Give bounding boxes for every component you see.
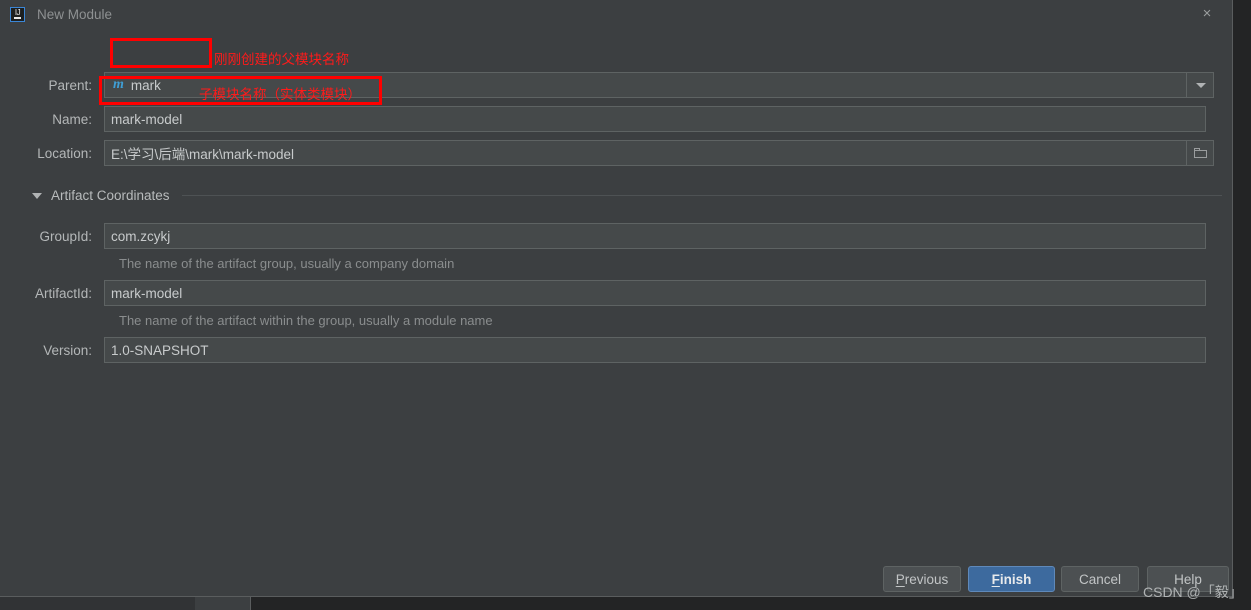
artifactid-row: ArtifactId: mark-model: [0, 280, 1233, 306]
parent-row: Parent: m mark: [0, 72, 1233, 98]
version-input[interactable]: 1.0-SNAPSHOT: [104, 337, 1206, 363]
groupid-input[interactable]: com.zcykj: [104, 223, 1206, 249]
name-label: Name:: [52, 111, 92, 127]
dialog-title: New Module: [37, 6, 113, 22]
parent-value: mark: [130, 77, 161, 93]
section-divider: [181, 195, 1222, 196]
location-row: Location: E:\学习\后端\mark\mark-model: [0, 140, 1233, 166]
groupid-value: com.zcykj: [111, 228, 171, 244]
location-input[interactable]: E:\学习\后端\mark\mark-model: [104, 140, 1214, 166]
parent-label: Parent:: [48, 77, 92, 93]
finish-label-rest: inish: [999, 571, 1032, 587]
triangle-down-icon[interactable]: [32, 192, 42, 199]
close-icon[interactable]: ×: [1198, 5, 1216, 23]
cancel-button[interactable]: Cancel: [1061, 566, 1139, 592]
dialog-titlebar: IJ New Module ×: [0, 0, 1232, 28]
version-label: Version:: [43, 342, 92, 358]
artifactid-input[interactable]: mark-model: [104, 280, 1206, 306]
chevron-down-icon[interactable]: [1186, 72, 1214, 98]
groupid-row: GroupId: com.zcykj: [0, 223, 1233, 249]
previous-mnemonic: P: [895, 571, 905, 587]
version-value: 1.0-SNAPSHOT: [111, 342, 209, 358]
csdn-watermark: CSDN @「毅」: [1143, 584, 1243, 600]
intellij-idea-icon: IJ: [10, 6, 25, 22]
parent-select[interactable]: m mark: [104, 72, 1214, 98]
artifactid-hint: The name of the artifact within the grou…: [119, 313, 493, 328]
backdrop-left-edge: [0, 597, 195, 610]
artifact-coordinates-header[interactable]: Artifact Coordinates: [32, 188, 1222, 203]
groupid-label: GroupId:: [39, 228, 92, 244]
artifactid-value: mark-model: [111, 285, 183, 301]
new-module-dialog: IJ New Module × Parent: m mark Name: mar…: [0, 0, 1233, 597]
location-label: Location:: [37, 145, 92, 161]
name-input[interactable]: mark-model: [104, 106, 1206, 132]
name-value: mark-model: [111, 111, 183, 127]
parent-combo-wrap: m mark: [104, 72, 1214, 98]
maven-module-icon: m: [113, 77, 124, 92]
previous-button[interactable]: Previous: [883, 566, 961, 592]
location-value: E:\学习\后端\mark\mark-model: [111, 147, 295, 162]
name-row: Name: mark-model: [0, 106, 1233, 132]
location-wrap: E:\学习\后端\mark\mark-model: [104, 140, 1214, 166]
finish-button[interactable]: Finish: [968, 566, 1055, 592]
version-row: Version: 1.0-SNAPSHOT: [0, 337, 1233, 363]
backdrop-taskbar-tab: [195, 597, 251, 610]
groupid-hint: The name of the artifact group, usually …: [119, 256, 455, 271]
artifactid-label: ArtifactId:: [34, 285, 92, 301]
artifact-coordinates-title: Artifact Coordinates: [51, 188, 170, 203]
finish-mnemonic: F: [991, 571, 1000, 587]
folder-icon[interactable]: [1186, 140, 1214, 166]
previous-label-rest: revious: [904, 571, 949, 587]
